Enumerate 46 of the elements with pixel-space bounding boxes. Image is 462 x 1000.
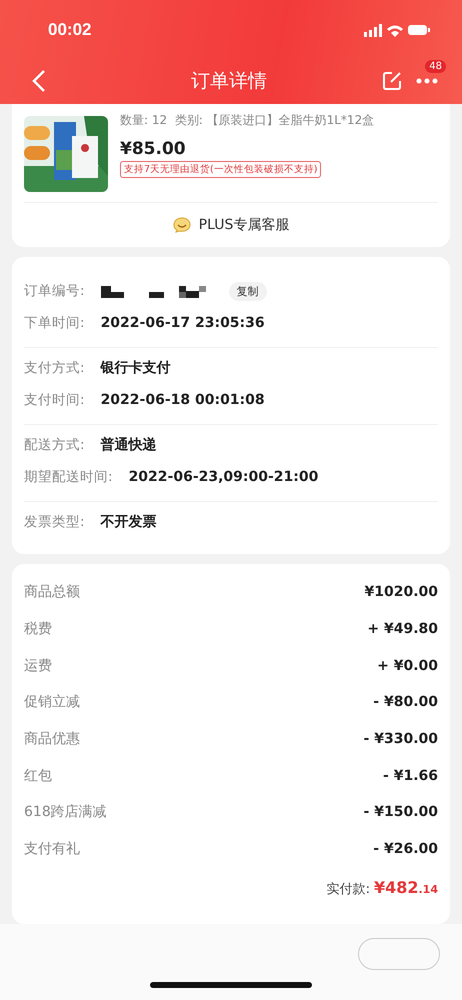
info-label: 支付方式:	[24, 359, 85, 377]
info-value: 普通快递	[100, 436, 157, 454]
info-value: 不开发票	[100, 513, 157, 531]
amount-label: 红包	[24, 766, 52, 785]
notification-badge: 48	[425, 60, 446, 73]
amount-label: 运费	[24, 656, 52, 675]
info-label: 期望配送时间:	[24, 468, 113, 486]
amount-label: 税费	[24, 620, 52, 638]
info-value: 2022-06-17 23:05:36	[100, 315, 265, 331]
amount-value: + ¥49.80	[367, 621, 438, 638]
amount-value: ¥1020.00	[364, 584, 438, 600]
wifi-icon	[387, 24, 403, 36]
battery-icon	[408, 25, 430, 35]
quantity-and-variant: 数量: 12 类别: 【原装进口】全脂牛奶1L*12盒	[120, 112, 374, 129]
info-label: 支付时间:	[24, 391, 85, 409]
amount-value: - ¥80.00	[373, 694, 438, 710]
amount-label: 618跨店满减	[24, 803, 107, 822]
info-value: 银行卡支付	[100, 359, 171, 377]
paid-label: 实付款:	[326, 880, 370, 898]
amount-value: - ¥26.00	[373, 841, 438, 858]
amount-value: - ¥1.66	[383, 768, 438, 784]
amount-value: - ¥150.00	[364, 804, 438, 820]
return-policy-tag: 支持7天无理由退货(一次性包装破损不支持)	[120, 161, 322, 178]
more-icon[interactable]	[416, 78, 438, 84]
amount-label: 商品总额	[24, 583, 80, 602]
info-value: 2022-06-18 00:01:08	[100, 392, 265, 408]
amount-value: - ¥330.00	[364, 731, 438, 748]
product-price: ¥85.00	[120, 139, 186, 159]
signal-icon	[364, 24, 382, 36]
amount-label: 支付有礼	[24, 840, 80, 858]
info-label: 订单编号:	[24, 282, 85, 300]
status-time: 00:02	[48, 20, 92, 40]
info-label: 下单时间:	[24, 314, 85, 332]
share-icon[interactable]	[382, 71, 402, 91]
customer-service-link[interactable]: PLUS专属客服	[24, 202, 438, 247]
info-value: 2022-06-23,09:00-21:00	[128, 469, 318, 485]
amount-label: 促销立减	[24, 693, 80, 712]
info-label: 发票类型:	[24, 513, 85, 531]
amount-value: + ¥0.00	[377, 658, 438, 674]
chat-bubble-icon	[172, 217, 191, 233]
back-icon[interactable]	[32, 69, 46, 93]
info-label: 配送方式:	[24, 436, 85, 454]
paid-amount: ¥482.14	[374, 878, 438, 896]
copy-button[interactable]: 复制	[228, 282, 267, 300]
amount-label: 商品优惠	[24, 730, 80, 748]
page-title: 订单详情	[190, 69, 268, 94]
